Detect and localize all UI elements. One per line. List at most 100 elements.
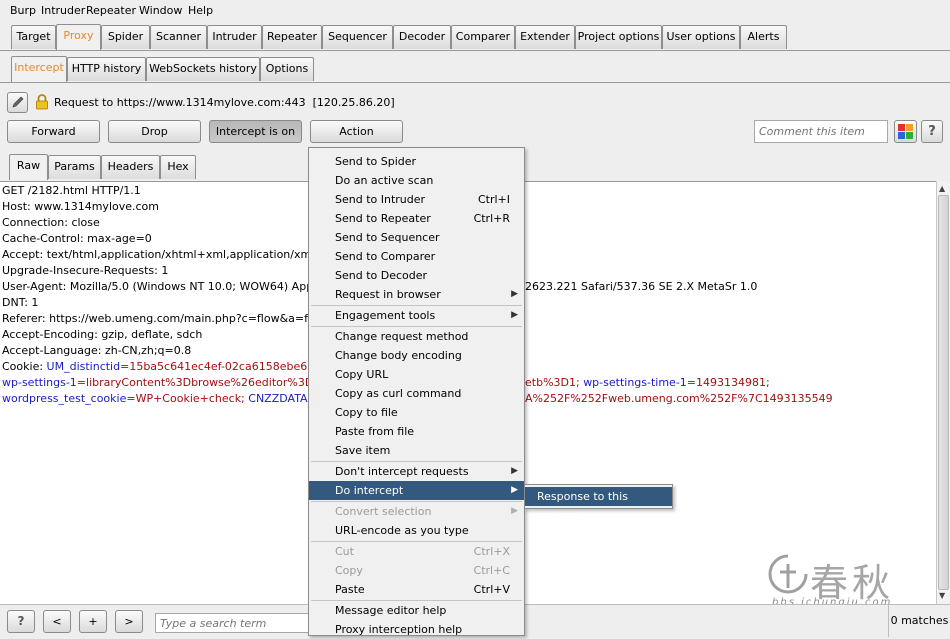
tab-user-options[interactable]: User options [662, 25, 740, 49]
action-context-menu: Send to Spider Do an active scan Send to… [308, 147, 525, 636]
menu-window[interactable]: Window [139, 4, 182, 17]
add-button[interactable]: + [79, 610, 107, 633]
search-input[interactable] [155, 613, 315, 633]
menu-help[interactable]: Help [188, 4, 213, 17]
menu-proxy-interception-help[interactable]: Proxy interception help [309, 620, 524, 639]
tab-divider [0, 50, 950, 51]
cookie-key: wp-settings-1 [2, 376, 77, 389]
intercept-toggle-button[interactable]: Intercept is on [209, 120, 302, 143]
menu-send-to-sequencer[interactable]: Send to Sequencer [309, 228, 524, 247]
tab-http-history[interactable]: HTTP history [67, 57, 146, 81]
tab-params[interactable]: Params [48, 155, 101, 179]
highlight-color-button[interactable] [894, 120, 917, 143]
menu-accelerator: Ctrl+C [473, 564, 510, 577]
menu-save-item[interactable]: Save item [309, 441, 524, 460]
tab-intercept[interactable]: Intercept [11, 56, 67, 82]
menu-burp[interactable]: Burp [10, 4, 36, 17]
cookie-line: Cookie: UM_distinctid=15ba5c641ec4ef-02c… [2, 360, 353, 376]
tab-scanner[interactable]: Scanner [150, 25, 207, 49]
previous-match-button[interactable]: < [43, 610, 71, 633]
tab-comparer[interactable]: Comparer [451, 25, 515, 49]
menu-paste[interactable]: Paste Ctrl+V [309, 580, 524, 599]
tab-spider[interactable]: Spider [101, 25, 150, 49]
menu-send-to-repeater[interactable]: Send to Repeater Ctrl+R [309, 209, 524, 228]
menu-copy-url[interactable]: Copy URL [309, 365, 524, 384]
menu-item-label: Send to Comparer [335, 250, 436, 263]
menu-item-label: Send to Intruder [335, 193, 426, 206]
comment-input[interactable] [754, 120, 888, 143]
watermark: 春秋 bbs.ichunqiu.com [768, 552, 928, 610]
menu-item-label: Copy to file [335, 406, 398, 419]
menu-dont-intercept[interactable]: Don't intercept requests ▶ [309, 462, 524, 481]
menu-convert-selection[interactable]: Convert selection ▶ [309, 502, 524, 521]
next-match-button[interactable]: > [115, 610, 143, 633]
editor-scrollbar[interactable]: ▲ ▼ [936, 181, 950, 604]
forward-button[interactable]: Forward [7, 120, 100, 143]
tab-websockets-history[interactable]: WebSockets history [146, 57, 260, 81]
menu-accelerator: Ctrl+I [477, 193, 510, 206]
scroll-down-icon[interactable]: ▼ [939, 591, 945, 600]
tab-target[interactable]: Target [11, 25, 56, 49]
action-button[interactable]: Action [310, 120, 403, 143]
tab-repeater[interactable]: Repeater [262, 25, 322, 49]
menu-request-in-browser[interactable]: Request in browser ▶ [309, 285, 524, 304]
menu-repeater[interactable]: Repeater [86, 4, 136, 17]
menu-change-request-method[interactable]: Change request method [309, 327, 524, 346]
tab-alerts[interactable]: Alerts [740, 25, 787, 49]
menu-item-label: Copy as curl command [335, 387, 462, 400]
menu-response-to-this-request[interactable]: Response to this request [525, 487, 672, 522]
menu-send-to-spider[interactable]: Send to Spider [309, 152, 524, 171]
menu-item-label: Paste [335, 583, 365, 596]
cookie-value: =1493134981; [686, 376, 770, 389]
ichunqiu-logo-icon [768, 554, 808, 594]
tab-raw[interactable]: Raw [9, 154, 48, 180]
tab-headers[interactable]: Headers [101, 155, 160, 179]
tab-decoder[interactable]: Decoder [393, 25, 451, 49]
menu-message-editor-help[interactable]: Message editor help [309, 601, 524, 620]
header-line: Accept-Encoding: gzip, deflate, sdch [2, 328, 203, 341]
tab-hex[interactable]: Hex [160, 155, 196, 179]
tab-sequencer[interactable]: Sequencer [322, 25, 393, 49]
menu-copy[interactable]: Copy Ctrl+C [309, 561, 524, 580]
tab-project-options[interactable]: Project options [575, 25, 662, 49]
menu-send-to-decoder[interactable]: Send to Decoder [309, 266, 524, 285]
cookie-key: wp-settings-time-1 [583, 376, 687, 389]
submenu-arrow-icon: ▶ [511, 310, 518, 320]
cookie-key: wordpress_test_cookie [2, 392, 127, 405]
help-button[interactable]: ? [7, 610, 35, 633]
proxy-tab-bar: Intercept HTTP history WebSockets histor… [0, 56, 950, 83]
edit-pencil-button[interactable] [7, 92, 28, 113]
header-line: Cache-Control: max-age=0 [2, 232, 152, 245]
tab-intruder[interactable]: Intruder [207, 25, 262, 49]
menu-do-intercept[interactable]: Do intercept ▶ [309, 481, 524, 500]
scrollbar-thumb[interactable] [938, 195, 949, 590]
header-line: Host: www.1314mylove.com [2, 200, 159, 213]
scroll-up-icon[interactable]: ▲ [939, 184, 945, 193]
menu-engagement-tools[interactable]: Engagement tools ▶ [309, 306, 524, 325]
menu-intruder[interactable]: Intruder [41, 4, 85, 17]
help-icon[interactable]: ? [921, 120, 943, 143]
lock-icon [36, 94, 48, 110]
color-grid-icon [898, 124, 913, 139]
tab-options[interactable]: Options [260, 57, 314, 81]
menu-change-body-encoding[interactable]: Change body encoding [309, 346, 524, 365]
menu-item-label: Message editor help [335, 604, 447, 617]
tab-extender[interactable]: Extender [515, 25, 575, 49]
drop-button[interactable]: Drop [108, 120, 201, 143]
menubar: Burp Intruder Repeater Window Help [0, 0, 950, 22]
menu-item-label: Send to Decoder [335, 269, 428, 282]
menu-do-active-scan[interactable]: Do an active scan [309, 171, 524, 190]
menu-item-label: Cut [335, 545, 354, 558]
menu-url-encode-as-you-type[interactable]: URL-encode as you type [309, 521, 524, 540]
menu-send-to-intruder[interactable]: Send to Intruder Ctrl+I [309, 190, 524, 209]
menu-paste-from-file[interactable]: Paste from file [309, 422, 524, 441]
menu-copy-as-curl[interactable]: Copy as curl command [309, 384, 524, 403]
do-intercept-submenu: Response to this request [524, 484, 673, 522]
menu-send-to-comparer[interactable]: Send to Comparer [309, 247, 524, 266]
header-line-tail: 2623.221 Safari/537.36 SE 2.X MetaSr 1.0 [525, 280, 758, 293]
menu-cut[interactable]: Cut Ctrl+X [309, 542, 524, 561]
menu-item-label: Convert selection [335, 505, 432, 518]
menu-copy-to-file[interactable]: Copy to file [309, 403, 524, 422]
tab-proxy[interactable]: Proxy [56, 24, 101, 50]
menu-item-label: Send to Spider [335, 155, 417, 168]
